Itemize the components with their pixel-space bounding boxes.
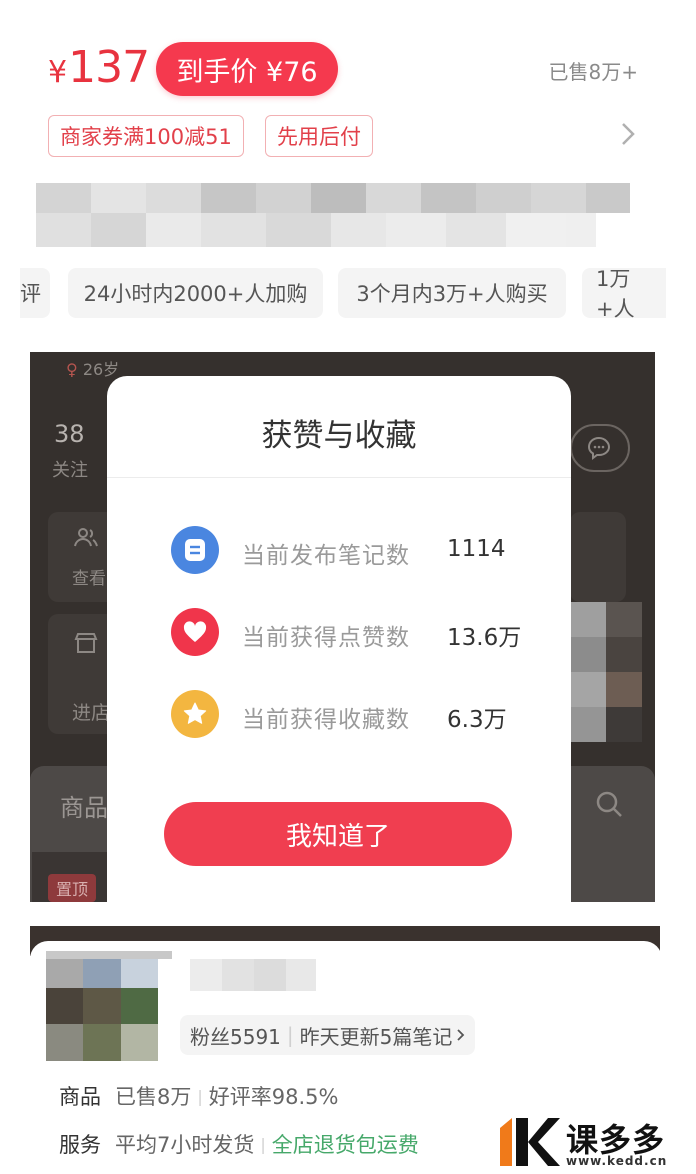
female-icon: ♀ [66,360,78,379]
follow-count: 38 [54,420,85,448]
pay-later-tag[interactable]: 先用后付 [265,115,373,157]
shop-icon [74,632,98,658]
follow-label: 关注 [52,460,88,481]
enter-store-label: 进店 [72,702,111,724]
update-info: 昨天更新5篇笔记 [299,1024,453,1049]
chip-more[interactable]: 1万+人 [582,267,666,321]
blurred-product-title [36,183,630,247]
chevron-right-small-icon [456,1023,465,1047]
notes-count-label: 当前发布笔记数 [242,543,410,569]
price-symbol: ¥ [48,55,67,90]
pin-badge: 置顶 [48,874,97,902]
chat-bubble-icon [586,435,612,465]
blurred-store-name [190,959,316,991]
sold-count: 已售8万+ [548,60,638,84]
collects-count-label: 当前获得收藏数 [242,707,410,733]
likes-count-label: 当前获得点赞数 [242,625,410,651]
store-avatar[interactable] [46,951,158,1061]
store-stats-pill[interactable]: 粉丝5591 | 昨天更新5篇笔记 [180,1015,476,1055]
shipping-time: 平均7小时发货 [115,1133,255,1157]
chip-cart[interactable]: 24小时内2000+人加购 [68,268,323,318]
goods-row: 商品 已售8万 | 好评率98.5% [59,1081,338,1111]
goods-rating: 好评率98.5% [208,1085,339,1109]
search-icon [595,790,623,822]
final-price-badge: 到手价 ¥76 [156,42,338,96]
dialog-title: 获赞与收藏 [261,418,417,454]
coupon-tag[interactable]: 商家券满100减51 [48,115,244,157]
return-policy: 全店退货包运费 [271,1133,419,1157]
likes-collects-dialog: 获赞与收藏 当前发布笔记数 1114 当前获得点赞数 13.6万 当前获得收藏数… [107,376,571,902]
watermark-url: www.kedd.cn [566,1154,668,1168]
notes-count-value: 1114 [447,536,506,562]
pinned-item: 置顶 [32,852,112,902]
price-value: 137 [68,42,150,93]
age-badge: ♀ 26岁 [66,360,120,379]
goods-label: 商品 [60,794,108,822]
chevron-right-icon[interactable] [620,120,636,155]
chip-purchase[interactable]: 3个月内3万+人购买 [338,268,566,318]
got-it-button[interactable]: 我知道了 [164,802,512,866]
product-price: ¥137 [48,42,150,93]
view-label: 查看 [72,569,106,589]
watermark-logo-icon [498,1114,562,1174]
goods-row-label: 商品 [59,1085,101,1109]
chip-review[interactable]: 评 [20,268,50,318]
collects-count-value: 6.3万 [447,707,507,733]
heart-icon [171,608,219,656]
note-icon [171,526,219,574]
service-row: 服务 平均7小时发货 | 全店退货包运费 [59,1129,419,1159]
service-row-label: 服务 [59,1133,101,1157]
likes-count-value: 13.6万 [447,625,522,651]
goods-sold: 已售8万 [115,1085,192,1109]
dialog-divider [107,477,571,478]
fans-count: 粉丝5591 [190,1024,281,1049]
people-icon [74,526,98,554]
blurred-thumbnail [570,602,642,742]
message-button [570,424,630,472]
star-icon [171,690,219,738]
side-card [570,512,626,602]
